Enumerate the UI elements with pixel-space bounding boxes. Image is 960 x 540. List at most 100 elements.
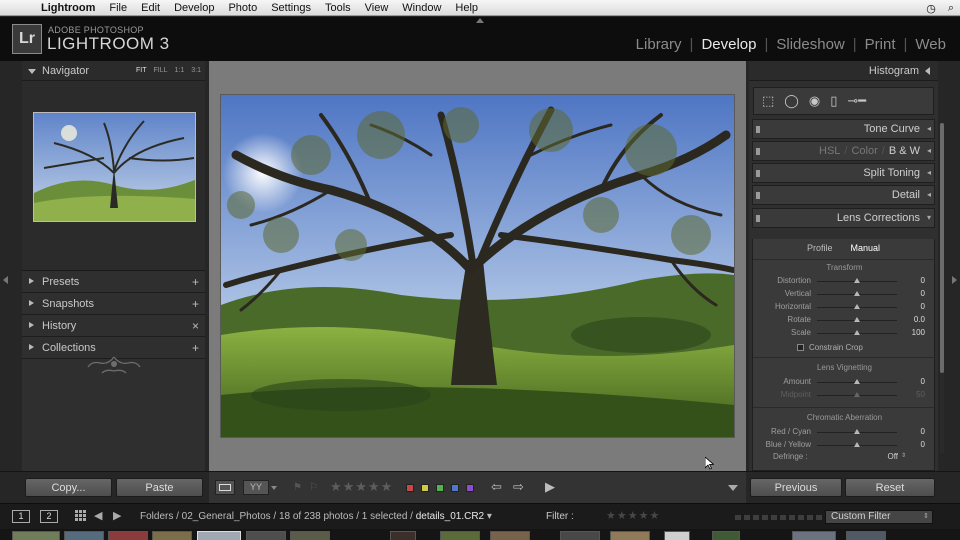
slider-knob[interactable] [854, 291, 860, 296]
crop-overlay-icon[interactable]: ⬚ [762, 93, 774, 109]
menu-window[interactable]: Window [395, 2, 448, 14]
menu-app[interactable]: Lightroom [34, 2, 102, 14]
slider-knob[interactable] [854, 429, 860, 434]
panel-switch-icon[interactable] [756, 170, 760, 177]
label-yellow-swatch[interactable] [421, 484, 429, 492]
forward-arrow-icon[interactable]: ▶ [113, 509, 121, 522]
module-library[interactable]: Library [636, 36, 682, 53]
panel-switch-icon[interactable] [756, 148, 760, 155]
next-photo-arrow-icon[interactable]: ⇨ [513, 479, 524, 495]
reset-button[interactable]: Reset [845, 478, 935, 497]
red-cyan-slider[interactable]: Red / Cyan 0 [753, 426, 936, 439]
filmstrip-thumbnail[interactable] [490, 531, 530, 540]
rotate-value[interactable]: 0.0 [914, 315, 925, 324]
vertical-slider[interactable]: Vertical 0 [753, 288, 936, 301]
tab-manual[interactable]: Manual [850, 243, 880, 259]
adjustment-brush-icon[interactable]: ⊸━ [847, 93, 866, 109]
copy-button[interactable]: Copy... [25, 478, 112, 497]
before-after-dropdown-icon[interactable] [271, 486, 277, 490]
filmstrip-thumbnail[interactable] [664, 531, 690, 540]
menu-view[interactable]: View [358, 2, 396, 14]
scrollbar-thumb[interactable] [940, 123, 944, 373]
histogram-header[interactable]: Histogram [749, 61, 938, 81]
blue-yellow-value[interactable]: 0 [921, 440, 925, 449]
red-eye-icon[interactable]: ◉ [809, 93, 820, 109]
panel-collapse-top-icon[interactable] [476, 18, 484, 23]
filmstrip-thumbnail[interactable] [108, 531, 148, 540]
filter-star-rating[interactable]: ★★★★★ [606, 509, 660, 522]
panel-switch-icon[interactable] [756, 192, 760, 199]
menu-file[interactable]: File [102, 2, 134, 14]
filmstrip-thumbnail[interactable] [560, 531, 600, 540]
split-toning-header[interactable]: Split Toning ◂ [752, 163, 935, 183]
filmstrip-thumbnail[interactable] [610, 531, 650, 540]
amount-value[interactable]: 0 [921, 377, 925, 386]
defringe-select[interactable]: Defringe : Off ⇕ [749, 452, 932, 464]
slider-knob[interactable] [854, 379, 860, 384]
menu-develop[interactable]: Develop [167, 2, 221, 14]
label-blue-swatch[interactable] [451, 484, 459, 492]
tab-hsl[interactable]: HSL [819, 145, 840, 157]
filmstrip-thumbnail[interactable] [792, 531, 836, 540]
play-impromptu-slideshow-icon[interactable]: ▶ [545, 479, 555, 495]
lens-corrections-header[interactable]: Lens Corrections ▾ [752, 208, 935, 228]
menu-edit[interactable]: Edit [134, 2, 167, 14]
module-develop[interactable]: Develop [701, 36, 756, 53]
presets-header[interactable]: Presets + [22, 271, 205, 293]
flag-reject-icon[interactable]: ⚐ [309, 482, 318, 493]
navigator-header[interactable]: Navigator FIT FILL 1:1 3:1 [22, 61, 205, 81]
graduated-filter-icon[interactable]: ▯ [830, 93, 837, 109]
filmstrip-thumbnail[interactable] [290, 531, 330, 540]
filmstrip-thumbnail[interactable] [152, 531, 192, 540]
rotate-slider[interactable]: Rotate 0.0 [753, 314, 936, 327]
zoom-fit[interactable]: FIT [136, 67, 147, 74]
grid-view-icon[interactable] [75, 510, 86, 521]
label-red-swatch[interactable] [406, 484, 414, 492]
filmstrip-thumbnail-selected[interactable] [197, 531, 241, 540]
tab-profile[interactable]: Profile [807, 243, 833, 259]
menu-settings[interactable]: Settings [264, 2, 318, 14]
main-photo[interactable] [221, 95, 734, 437]
left-panel-toggle-icon[interactable] [3, 276, 8, 284]
right-panel-toggle-icon[interactable] [952, 276, 957, 284]
tab-color[interactable]: Color [851, 145, 877, 157]
back-arrow-icon[interactable]: ◀ [94, 509, 102, 522]
blue-yellow-slider[interactable]: Blue / Yellow 0 [753, 439, 936, 452]
module-web[interactable]: Web [915, 36, 946, 53]
filmstrip-thumbnail[interactable] [390, 531, 416, 540]
module-print[interactable]: Print [865, 36, 896, 53]
scale-value[interactable]: 100 [912, 328, 925, 337]
right-panel-scrollbar[interactable] [940, 123, 944, 453]
vignetting-amount-slider[interactable]: Amount 0 [753, 376, 936, 389]
zoom-1-1[interactable]: 1:1 [175, 67, 185, 74]
previous-button[interactable]: Previous [750, 478, 842, 497]
custom-filter-select[interactable]: Custom Filter ⇕ [825, 510, 933, 524]
add-collection-icon[interactable]: + [192, 341, 199, 355]
add-snapshot-icon[interactable]: + [192, 297, 199, 311]
primary-window-button[interactable]: 1 [12, 510, 30, 523]
add-preset-icon[interactable]: + [192, 275, 199, 289]
menu-help[interactable]: Help [448, 2, 485, 14]
loupe-view-button[interactable] [215, 480, 235, 495]
image-canvas[interactable] [209, 61, 746, 471]
filmstrip-thumbnail[interactable] [440, 531, 480, 540]
filter-color-labels[interactable] [735, 515, 822, 520]
defringe-value[interactable]: Off [887, 452, 898, 461]
label-purple-swatch[interactable] [466, 484, 474, 492]
slider-knob[interactable] [854, 317, 860, 322]
before-after-button[interactable]: YY [243, 480, 269, 495]
filmstrip-thumbnail[interactable] [64, 531, 104, 540]
navigator-thumbnail[interactable] [33, 112, 196, 222]
time-machine-icon[interactable]: ◷ [926, 2, 936, 15]
flag-pick-icon[interactable]: ⚑ [293, 482, 302, 493]
spotlight-search-icon[interactable]: ⌕ [948, 2, 954, 15]
horizontal-slider[interactable]: Horizontal 0 [753, 301, 936, 314]
menu-photo[interactable]: Photo [221, 2, 264, 14]
previous-photo-arrow-icon[interactable]: ⇦ [491, 479, 502, 495]
filmstrip-thumbnail[interactable] [12, 531, 60, 540]
slider-knob[interactable] [854, 304, 860, 309]
red-cyan-value[interactable]: 0 [921, 427, 925, 436]
clear-history-icon[interactable]: × [192, 319, 199, 333]
spot-removal-icon[interactable]: ◯ [784, 93, 799, 109]
tab-bw[interactable]: B & W [889, 145, 920, 157]
